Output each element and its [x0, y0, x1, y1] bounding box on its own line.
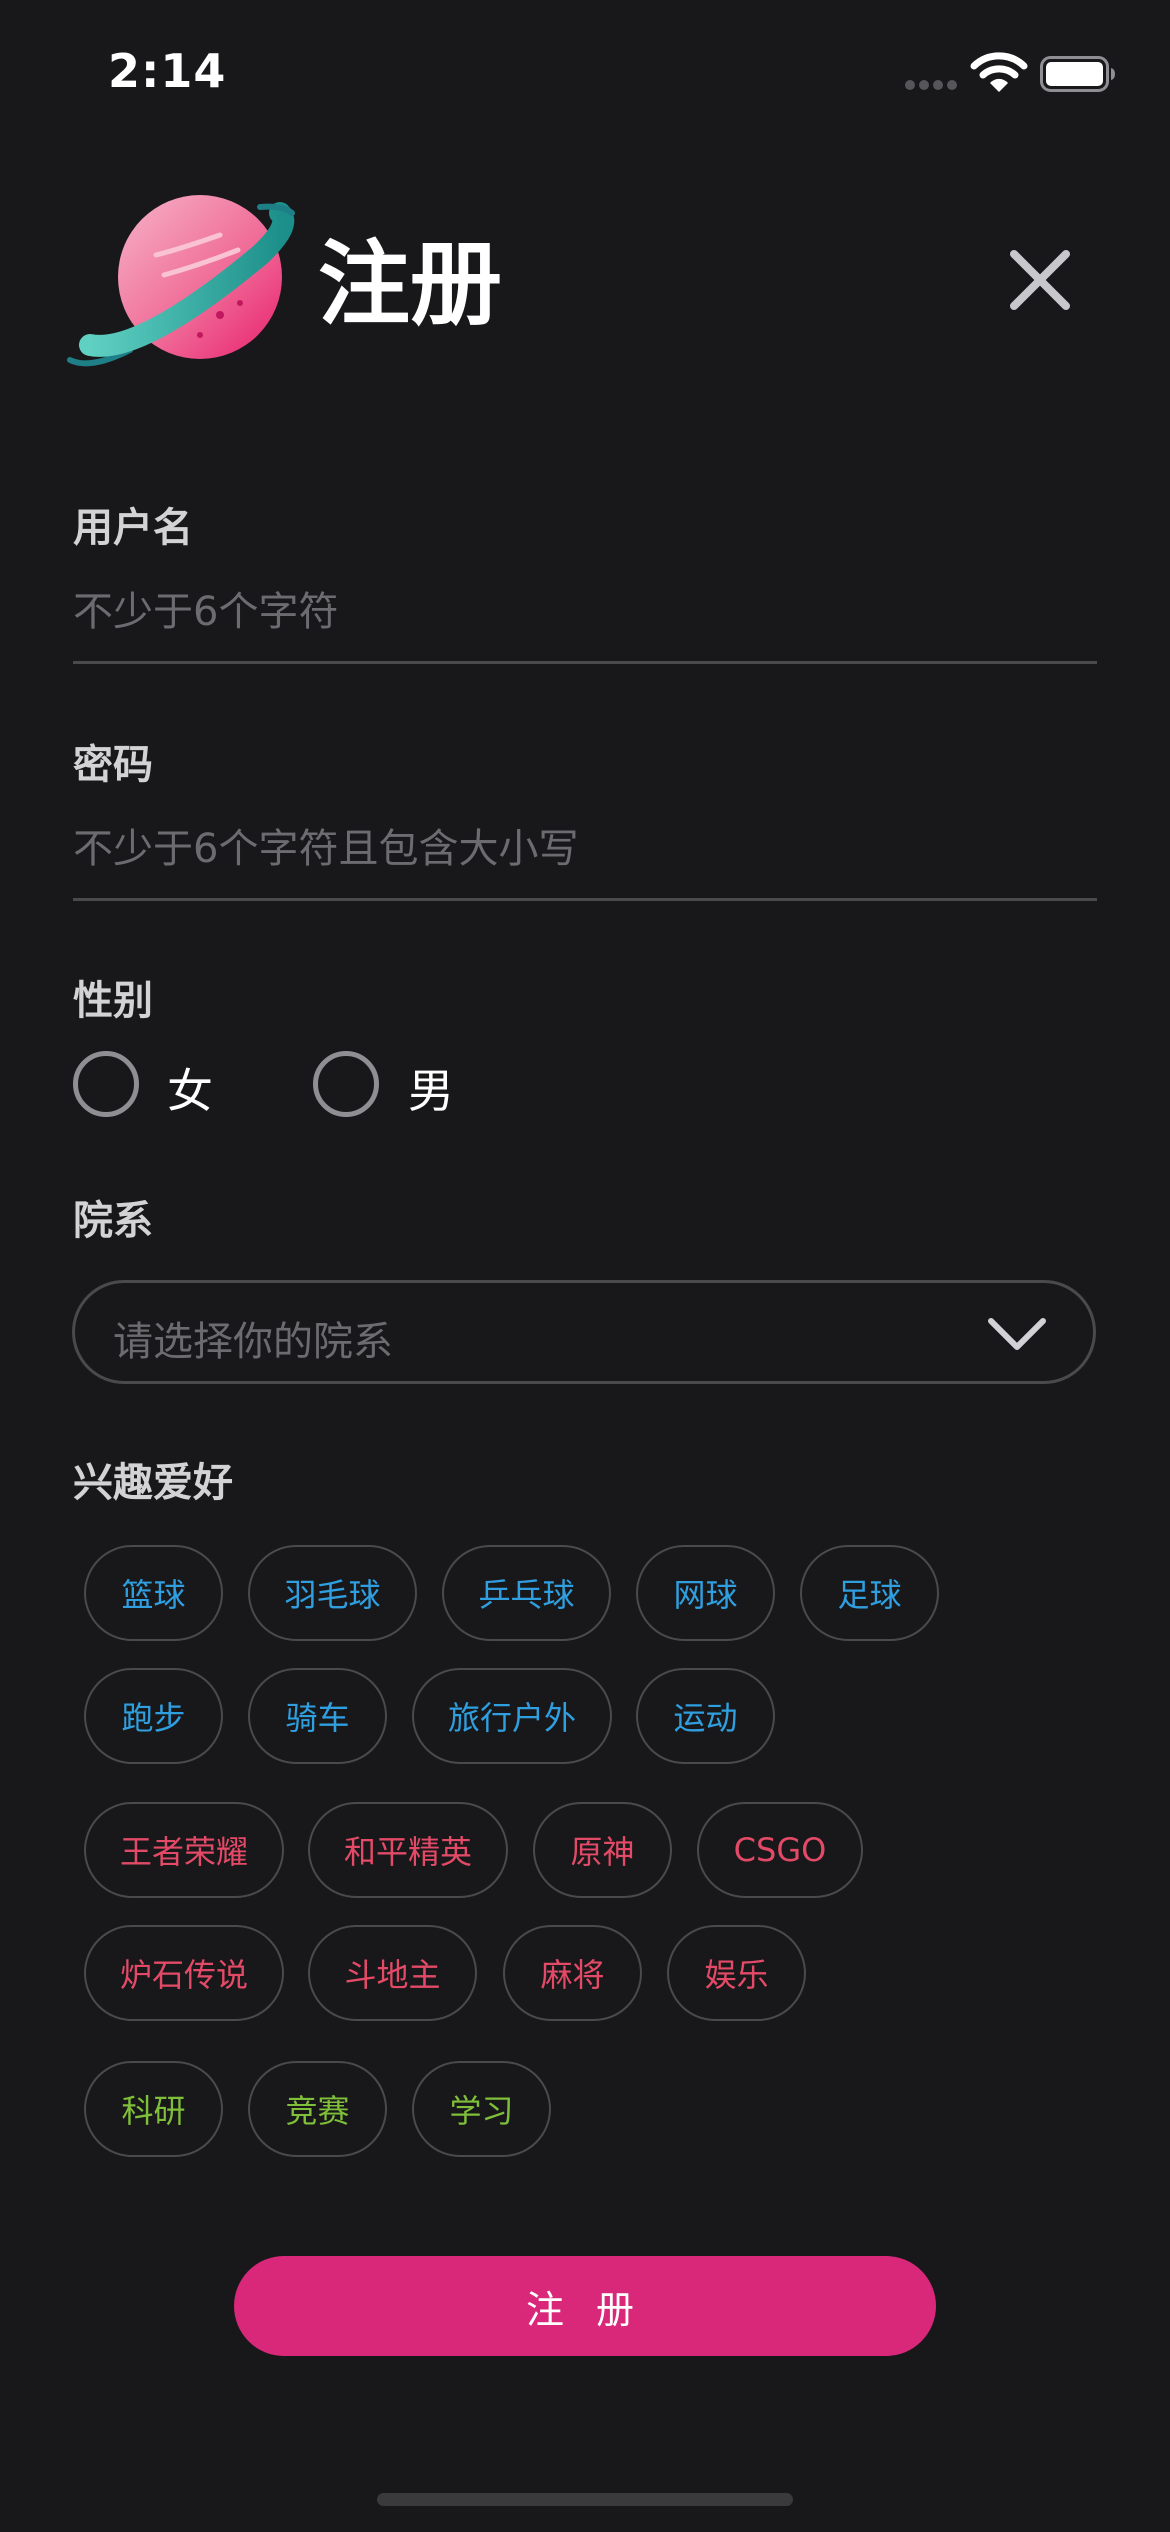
gender-male-label[interactable]: 男: [408, 1055, 454, 1121]
tag-research[interactable]: 科研: [84, 2061, 223, 2157]
tag-table-tennis[interactable]: 乒乓球: [442, 1545, 611, 1641]
tag-badminton[interactable]: 羽毛球: [248, 1545, 417, 1641]
tag-basketball[interactable]: 篮球: [84, 1545, 223, 1641]
tag-competition[interactable]: 竞赛: [248, 2061, 387, 2157]
interests-label: 兴趣爱好: [73, 1460, 233, 1506]
password-input[interactable]: [73, 814, 1097, 884]
gender-female-label[interactable]: 女: [167, 1055, 213, 1121]
planet-logo-icon: [67, 195, 295, 367]
gender-female-radio[interactable]: [73, 1051, 139, 1117]
tag-csgo[interactable]: CSGO: [697, 1802, 863, 1898]
tag-honor-of-kings[interactable]: 王者荣耀: [84, 1802, 284, 1898]
password-underline: [73, 898, 1097, 901]
status-time: 2:14: [108, 44, 227, 98]
tag-sports-general[interactable]: 运动: [636, 1668, 775, 1764]
username-underline: [73, 661, 1097, 664]
gender-label: 性别: [73, 978, 153, 1024]
username-label: 用户名: [73, 505, 193, 551]
cellular-signal-icon: [905, 80, 957, 90]
tag-outdoor-travel[interactable]: 旅行户外: [412, 1668, 612, 1764]
chevron-down-icon: [988, 1318, 1046, 1350]
battery-icon: [1040, 56, 1115, 92]
tag-entertainment[interactable]: 娱乐: [667, 1925, 806, 2021]
tag-study[interactable]: 学习: [412, 2061, 551, 2157]
department-select[interactable]: 请选择你的院系: [72, 1280, 1096, 1384]
username-input[interactable]: [73, 577, 1097, 647]
tag-hearthstone[interactable]: 炉石传说: [84, 1925, 284, 2021]
close-icon[interactable]: [1000, 240, 1080, 320]
tag-peace-elite[interactable]: 和平精英: [308, 1802, 508, 1898]
page-title: 注册: [318, 231, 503, 338]
tag-doudizhu[interactable]: 斗地主: [308, 1925, 477, 2021]
department-label: 院系: [73, 1198, 153, 1244]
tag-cycling[interactable]: 骑车: [248, 1668, 387, 1764]
tag-genshin[interactable]: 原神: [533, 1802, 672, 1898]
tag-mahjong[interactable]: 麻将: [503, 1925, 642, 2021]
tag-football[interactable]: 足球: [800, 1545, 939, 1641]
password-label: 密码: [73, 742, 153, 788]
gender-male-radio[interactable]: [313, 1051, 379, 1117]
home-indicator: [377, 2493, 793, 2506]
register-button[interactable]: 注 册: [234, 2256, 936, 2356]
wifi-icon: [970, 52, 1028, 92]
tag-tennis[interactable]: 网球: [636, 1545, 775, 1641]
tag-running[interactable]: 跑步: [84, 1668, 223, 1764]
department-placeholder: 请选择你的院系: [113, 1319, 393, 1365]
